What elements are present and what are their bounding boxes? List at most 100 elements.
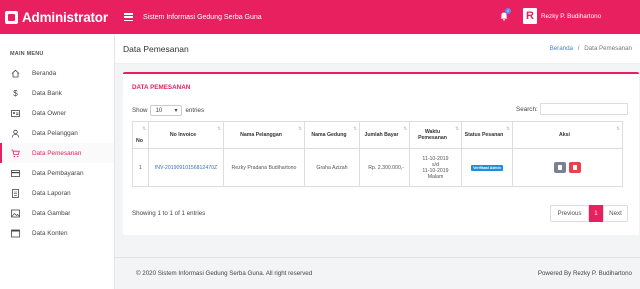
cell-status: Verifikasi Admin (461, 148, 513, 187)
delete-button[interactable] (569, 162, 582, 173)
avatar: R (523, 8, 537, 24)
orders-card: DATA PEMESANAN Show 10 ▾ entries Search:… (123, 72, 639, 235)
cell-aksi (512, 148, 623, 187)
sidebar-item-label: Data Konten (32, 229, 68, 237)
cell-pelanggan: Rezky Pradana Budihartono (223, 148, 305, 187)
table-search: Search: (516, 103, 628, 115)
column-header-label: Aksi (559, 132, 570, 138)
footer: © 2020 Sistem Informasi Gedung Serba Gun… (115, 257, 640, 289)
search-input[interactable] (539, 103, 628, 115)
entries-select-value: 10 (155, 107, 163, 114)
table-header-row: No ⇅ No Invoice ⇅ Nama Pelanggan ⇅ Nama Ged… (132, 121, 623, 149)
credit-card-icon (11, 169, 20, 178)
page-title: Data Pemesanan (123, 43, 189, 54)
user-menu[interactable]: R Rezky P. Budihartono (523, 8, 601, 24)
cell-no: 1 (132, 148, 149, 187)
sidebar-item-data-owner[interactable]: Data Owner (0, 103, 114, 123)
column-header-waktu[interactable]: Waktu Pemesanan ⇅ (409, 121, 462, 149)
column-header-label: No Invoice (169, 132, 197, 138)
entries-label: entries (185, 107, 205, 114)
sidebar: MAIN MENU Beranda $ Data Bank Data Owner… (0, 34, 115, 289)
column-header-pelanggan[interactable]: Nama Pelanggan ⇅ (223, 121, 305, 149)
cell-gedung: Graha Azizah (304, 148, 360, 187)
entries-length-control: Show 10 ▾ entries (132, 105, 204, 116)
home-icon (11, 69, 20, 78)
status-badge: Verifikasi Admin (471, 164, 503, 171)
page-1-button[interactable]: 1 (589, 205, 603, 222)
sidebar-item-label: Data Owner (32, 109, 67, 117)
view-document-button[interactable] (553, 162, 566, 173)
notification-count-badge: 4 (505, 8, 511, 14)
content-header: Data Pemesanan Beranda / Data Pemesanan (115, 34, 640, 64)
hamburger-menu-icon[interactable] (124, 13, 133, 21)
report-icon (11, 188, 20, 198)
invoice-link[interactable]: INV-20190910156812470Z (148, 148, 224, 187)
sidebar-item-label: Data Bank (32, 89, 62, 97)
dollar-icon: $ (13, 88, 18, 98)
sidebar-item-data-pemesanan[interactable]: Data Pemesanan (0, 143, 114, 163)
sidebar-item-label: Data Pemesanan (32, 149, 82, 157)
sort-icon: ⇅ (403, 126, 407, 131)
chevron-down-icon: ▾ (174, 108, 178, 114)
sort-icon: ⇅ (506, 126, 510, 131)
waktu-session: Malam (427, 173, 444, 180)
previous-page-button[interactable]: Previous (550, 205, 589, 222)
sidebar-item-data-gambar[interactable]: Data Gambar (0, 203, 114, 223)
sort-icon: ⇅ (298, 126, 302, 131)
sidebar-item-label: Data Pembayaran (32, 169, 84, 177)
system-name: Sistem Informasi Gedung Serba Guna (143, 13, 262, 21)
sidebar-item-data-pembayaran[interactable]: Data Pembayaran (0, 163, 114, 183)
sort-icon: ⇅ (616, 126, 620, 131)
breadcrumb-home-link[interactable]: Beranda (550, 45, 573, 52)
column-header-status[interactable]: Status Pesanan ⇅ (461, 121, 513, 149)
column-header-label: Nama Gedung (311, 132, 347, 138)
column-header-label: Nama Pelanggan (240, 132, 282, 138)
image-icon (11, 209, 20, 218)
brand[interactable]: Administrator (0, 0, 115, 34)
table-info: Showing 1 to 1 of 1 entries (132, 210, 206, 217)
sidebar-item-beranda[interactable]: Beranda (0, 63, 114, 83)
square-logo-icon (5, 10, 18, 24)
sidebar-item-label: Data Pelanggan (32, 129, 78, 137)
sidebar-item-data-konten[interactable]: Data Konten (0, 223, 114, 243)
column-header-label: Jumlah Bayar (364, 132, 399, 138)
window-icon (11, 229, 20, 238)
column-header-label: No (136, 138, 143, 144)
bell-icon[interactable]: 4 (500, 8, 511, 21)
column-header-gedung[interactable]: Nama Gedung ⇅ (304, 121, 360, 149)
breadcrumb-separator: / (577, 45, 580, 52)
footer-copyright: © 2020 Sistem Informasi Gedung Serba Gun… (136, 270, 313, 277)
cell-jumlah: Rp. 2.300.000,- (359, 148, 410, 187)
top-navbar: Sistem Informasi Gedung Serba Guna 4 R R… (115, 0, 640, 34)
breadcrumb: Beranda / Data Pemesanan (550, 45, 632, 52)
sort-icon: ⇅ (455, 126, 459, 131)
sidebar-item-label: Data Gambar (32, 209, 71, 217)
user-icon (11, 129, 20, 138)
sidebar-item-label: Beranda (32, 69, 57, 77)
brand-title: Administrator (22, 9, 108, 25)
show-label: Show (132, 107, 148, 114)
id-card-icon (11, 109, 20, 118)
cart-icon (11, 149, 20, 158)
sidebar-item-data-bank[interactable]: $ Data Bank (0, 83, 114, 103)
column-header-aksi[interactable]: Aksi ⇅ (512, 121, 623, 149)
column-header-label: Waktu Pemesanan (418, 129, 447, 141)
column-header-label: Status Pesanan (464, 132, 504, 138)
sort-icon: ⇅ (217, 126, 221, 131)
column-header-invoice[interactable]: No Invoice ⇅ (148, 121, 224, 149)
pagination: Previous 1 Next (550, 205, 628, 222)
column-header-jumlah[interactable]: Jumlah Bayar ⇅ (359, 121, 410, 149)
sidebar-item-label: Data Laporan (32, 189, 71, 197)
sidebar-item-data-pelanggan[interactable]: Data Pelanggan (0, 123, 114, 143)
card-title: DATA PEMESANAN (132, 84, 191, 91)
sidebar-item-data-laporan[interactable]: Data Laporan (0, 183, 114, 203)
entries-select[interactable]: 10 ▾ (150, 105, 183, 116)
next-page-button[interactable]: Next (603, 205, 628, 222)
sort-icon: ⇅ (142, 126, 146, 131)
orders-table: No ⇅ No Invoice ⇅ Nama Pelanggan ⇅ Nama Ged… (132, 121, 623, 187)
column-header-no[interactable]: No ⇅ (132, 121, 149, 149)
footer-credit: Powered By Rezky P. Budihartono (537, 270, 632, 277)
cell-waktu: 11-10-2019 s/d 11-10-2019 Malam (409, 148, 462, 187)
table-row: 1 INV-20190910156812470Z Rezky Pradana B… (132, 148, 623, 187)
sort-icon: ⇅ (353, 126, 357, 131)
